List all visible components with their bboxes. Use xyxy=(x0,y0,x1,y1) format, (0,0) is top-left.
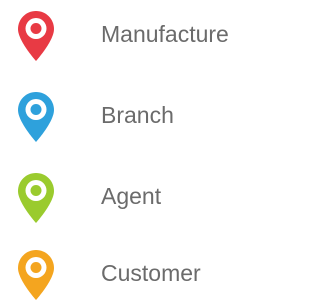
map-pin-icon xyxy=(17,91,55,143)
map-pin-icon xyxy=(17,10,55,62)
map-pin-icon xyxy=(17,172,55,224)
map-legend: Manufacture Branch Agent Customer xyxy=(0,0,271,303)
map-pin-icon xyxy=(17,249,55,301)
legend-item-branch: Branch xyxy=(0,81,271,151)
legend-label: Manufacture xyxy=(101,21,229,47)
legend-item-manufacture: Manufacture xyxy=(0,0,271,70)
legend-label: Agent xyxy=(101,183,162,209)
legend-label: Customer xyxy=(101,260,201,286)
legend-item-customer: Customer xyxy=(0,239,271,303)
legend-label: Branch xyxy=(101,102,174,128)
legend-item-agent: Agent xyxy=(0,162,271,232)
